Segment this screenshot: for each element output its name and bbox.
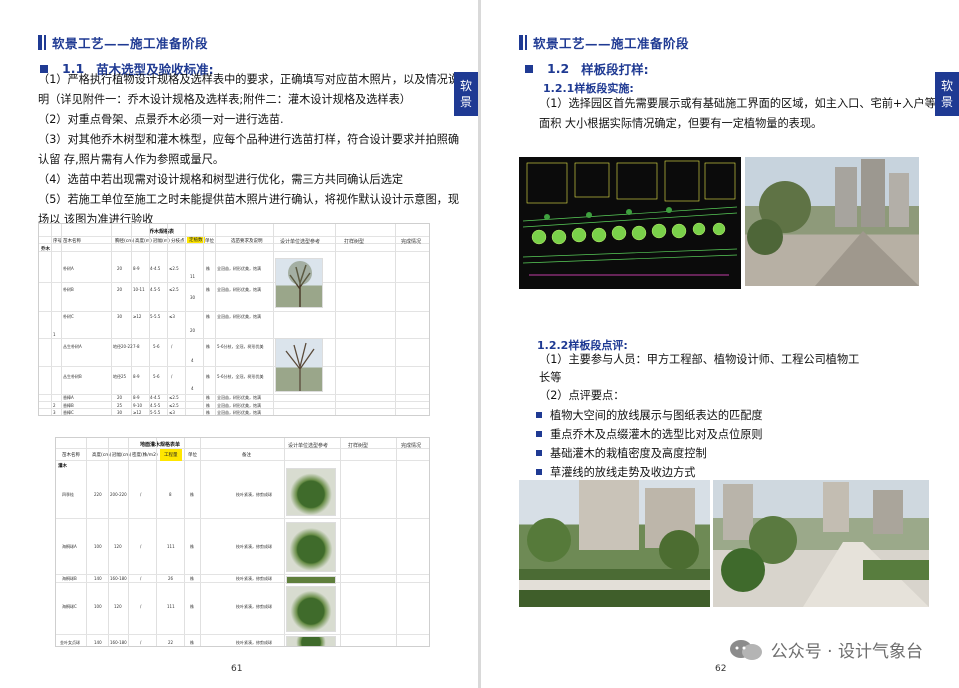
shrub-sample-image <box>286 522 336 572</box>
right-side-tab: 软景 <box>935 72 959 116</box>
square-bullet-icon <box>525 64 533 73</box>
shrub-sample-image <box>286 576 336 584</box>
site-photo-street <box>745 157 919 286</box>
right-header-text: 软景工艺——施工准备阶段 <box>533 36 690 51</box>
shrub-sample-image <box>286 636 336 646</box>
chat-bubble-icon <box>729 639 762 660</box>
review-paragraphs: （1）主要参与人员：甲方工程部、植物设计师、工程公司植物工 长等 （2）点评要点… <box>539 353 860 402</box>
tree-sample-image <box>275 338 323 392</box>
review-bullet: 草灌线的放线走势及收边方式 <box>536 464 695 480</box>
right-header: 软景工艺——施工准备阶段 <box>519 33 689 52</box>
page-left: 软景工艺——施工准备阶段 1.1 苗木选型及验收标准: （1）严格执行植物设计规… <box>0 0 478 688</box>
review-bullet: 基础灌木的栽植密度及高度控制 <box>536 445 707 461</box>
left-paragraphs: （1）严格执行植物设计规格及选样表中的要求，正确填写对应苗木照片，以及情况说 明… <box>38 73 460 226</box>
left-side-tab: 软景 <box>454 72 478 116</box>
square-bullet-icon <box>536 450 542 456</box>
review-bullet: 重点乔木及点缀灌木的选型比对及点位原则 <box>536 426 763 442</box>
left-header-text: 软景工艺——施工准备阶段 <box>52 36 209 51</box>
page-right: 软景工艺——施工准备阶段 1.2 样板段打样: 1.2.1样板段实施: （1）选… <box>481 0 959 688</box>
cad-plan-image <box>519 157 741 289</box>
shrub-sample-image <box>286 586 336 632</box>
site-photo-walkway <box>713 480 929 607</box>
right-page-number: 62 <box>715 664 727 674</box>
shrub-sheet-title: 地面灌木规格表单 <box>140 442 181 448</box>
square-bullet-icon <box>536 412 542 418</box>
watermark: 公众号 · 设计气象台 <box>729 637 923 662</box>
left-page-number: 61 <box>231 664 243 674</box>
tree-sample-image <box>275 258 323 308</box>
review-bullet: 植物大空间的放线展示与图纸表达的匹配度 <box>536 407 763 423</box>
site-photo-garden <box>519 480 710 607</box>
square-bullet-icon <box>536 469 542 475</box>
left-header: 软景工艺——施工准备阶段 <box>38 33 208 52</box>
shrub-spec-sheet: 地面灌木规格表单 苗木名称 高度(cm) 冠幅(cm) 密度(株/m2) 工程量… <box>55 437 430 647</box>
shrub-sample-image <box>286 468 336 516</box>
implementation-paragraphs: （1）选择园区首先需要展示或有基础施工界面的区域，如主入口、宅前+入户等。 面积… <box>539 97 948 130</box>
tree-sheet-title: 乔木规格表 <box>149 229 175 235</box>
right-section-heading: 1.2 样板段打样: <box>525 59 649 78</box>
tree-spec-sheet: 乔木规格表 序号 苗木名称 胸径(cm) 高度(m) 冠幅(m) 分枝点 定植数… <box>38 223 430 416</box>
square-bullet-icon <box>536 431 542 437</box>
